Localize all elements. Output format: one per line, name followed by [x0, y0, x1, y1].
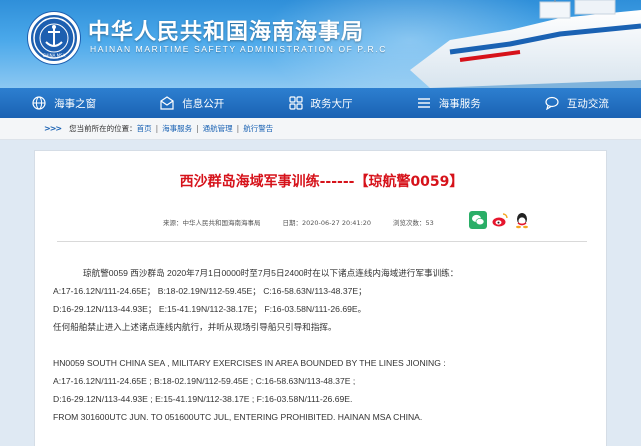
meta-divider: [57, 241, 587, 242]
nav-label: 政务大厅: [310, 97, 353, 110]
breadcrumb-home[interactable]: 首页: [137, 123, 152, 134]
nav-label: 互动交流: [566, 97, 609, 110]
breadcrumb-warning[interactable]: 航行警告: [243, 123, 273, 134]
breadcrumb-navigation[interactable]: 通航管理: [203, 123, 233, 134]
article-source: 来源：中华人民共和国海南海事局: [163, 219, 261, 227]
site-subtitle: HAINAN MARITIME SAFETY ADMINISTRATION OF…: [90, 44, 387, 54]
qq-icon[interactable]: [513, 211, 531, 229]
weibo-icon[interactable]: [491, 211, 509, 229]
article-views: 浏览次数：53: [393, 219, 434, 227]
article-paragraph: A:17-16.12N/111-24.65E； B:18-02.19N/112-…: [53, 286, 367, 296]
grid-icon: [288, 96, 303, 110]
nav-item-window[interactable]: 海事之窗: [0, 88, 128, 118]
breadcrumb-separator: |: [236, 124, 240, 133]
article-paragraph: 任何船舶禁止进入上述诸点连线内航行，并听从现场引导船只引导和指挥。: [53, 322, 337, 332]
msa-logo[interactable]: CHINA MSA: [28, 12, 80, 64]
share-bar: [469, 211, 531, 229]
article-paragraph: A:17-16.12N/111-24.65E ; B:18-02.19N/112…: [53, 376, 356, 386]
article-paragraph: HN0059 SOUTH CHINA SEA , MILITARY EXERCI…: [53, 358, 446, 368]
article-date: 日期：2020-06-27 20:41:20: [282, 219, 372, 227]
chat-icon: [545, 96, 559, 110]
article-paragraph: D:16-29.12N/113-44.93E； E:15-41.19N/112-…: [53, 304, 367, 314]
main-nav: 海事之窗 信息公开 政务大厅 海事服务 互动交流: [0, 88, 641, 118]
article-title: 西沙群岛海域军事训练------【琼航警0059】: [179, 174, 464, 190]
breadcrumb-arrow-icon: >>>: [44, 124, 62, 133]
svg-text:CHINA MSA: CHINA MSA: [43, 53, 66, 58]
article-meta: 来源：中华人民共和国海南海事局 日期：2020-06-27 20:41:20 浏…: [163, 217, 456, 227]
breadcrumb-prefix: 您当前所在的位置：: [69, 124, 137, 133]
breadcrumb: >>> 您当前所在的位置： 首页 | 海事服务 | 通航管理 | 航行警告: [0, 118, 641, 140]
breadcrumb-separator: |: [155, 124, 159, 133]
site-title: 中华人民共和国海南海事局: [88, 20, 365, 45]
nav-item-info[interactable]: 信息公开: [128, 88, 256, 118]
nav-label: 海事之窗: [54, 97, 97, 110]
breadcrumb-service[interactable]: 海事服务: [162, 123, 192, 134]
article-panel: 西沙群岛海域军事训练------【琼航警0059】 来源：中华人民共和国海南海事…: [34, 150, 607, 446]
envelope-icon: [160, 96, 174, 110]
nav-item-interact[interactable]: 互动交流: [513, 88, 641, 118]
article-paragraph: D:16-29.12N/113-44.93E ; E:15-41.19N/112…: [53, 394, 353, 404]
nav-item-hall[interactable]: 政务大厅: [256, 88, 384, 118]
patrol-ship-image: [410, 0, 641, 88]
article-body: 琼航警0059 西沙群岛 2020年7月1日0000时至7月5日2400时在以下…: [53, 264, 598, 426]
nav-label: 海事服务: [438, 97, 481, 110]
globe-icon: [32, 96, 46, 110]
nav-item-service[interactable]: 海事服务: [385, 88, 513, 118]
breadcrumb-separator: |: [196, 124, 199, 133]
nav-label: 信息公开: [182, 97, 225, 110]
site-header: CHINA MSA 中华人民共和国海南海事局 HAINAN MARITIME S…: [0, 0, 641, 88]
article-paragraph: 琼航警0059 西沙群岛 2020年7月1日0000时至7月5日2400时在以下…: [83, 268, 459, 278]
anchor-emblem-icon: CHINA MSA: [33, 17, 75, 59]
wechat-icon[interactable]: [469, 211, 487, 229]
list-icon: [417, 96, 431, 110]
article-paragraph: FROM 301600UTC JUN. TO 051600UTC JUL, EN…: [53, 412, 423, 422]
